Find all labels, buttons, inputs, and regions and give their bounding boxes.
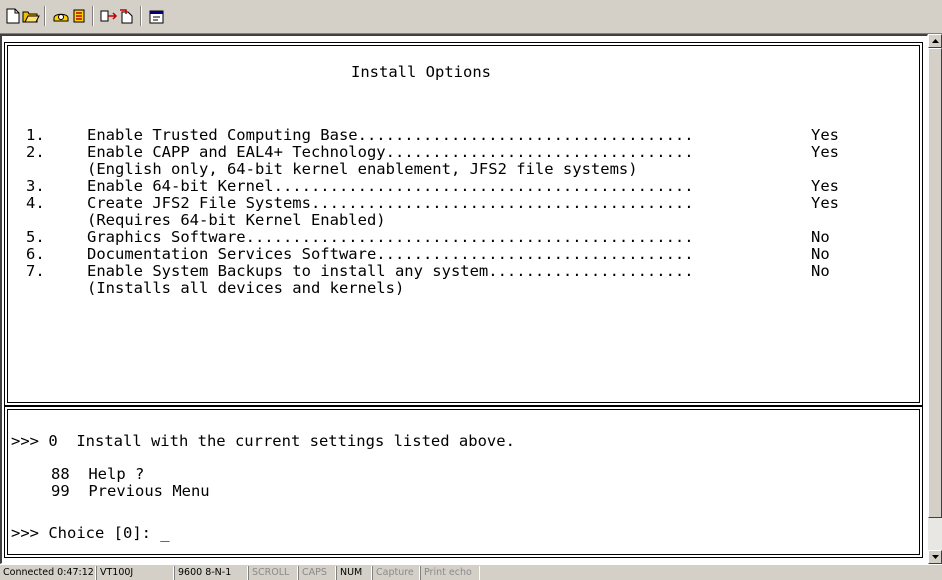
connect-icon[interactable]	[52, 7, 70, 25]
scroll-down-button[interactable]	[928, 550, 942, 564]
toolbar	[0, 0, 942, 34]
option-value: Yes	[811, 126, 839, 144]
option-value: No	[811, 228, 830, 246]
option-number: 3.	[26, 177, 45, 195]
properties-icon[interactable]	[148, 7, 166, 25]
open-icon[interactable]	[22, 7, 40, 25]
receive-icon[interactable]	[118, 7, 136, 25]
page-title: Install Options	[351, 63, 491, 81]
option-label: (English only, 64-bit kernel enablement,…	[87, 160, 638, 178]
option-value: Yes	[811, 177, 839, 195]
option-number: 1.	[26, 126, 45, 144]
option-number: 2.	[26, 143, 45, 161]
option-number: 7.	[26, 262, 45, 280]
terminal-window[interactable]: Install Options 1. Enable Trusted Computi…	[0, 34, 928, 564]
num-indicator: NUM	[336, 566, 372, 580]
option-value: No	[811, 262, 830, 280]
option-label: (Installs all devices and kernels)	[87, 279, 405, 297]
emulation-type: VT100J	[96, 566, 174, 580]
connection-time: Connected 0:47:12	[0, 566, 96, 580]
status-bar: Connected 0:47:12 VT100J 9600 8-N-1 SCRO…	[0, 564, 942, 580]
choice-prompt[interactable]: >>> Choice [0]: _	[11, 525, 170, 542]
send-icon[interactable]	[100, 7, 118, 25]
caps-indicator: CAPS	[298, 566, 336, 580]
scroll-indicator: SCROLL	[248, 566, 298, 580]
option-label: Create JFS2 File Systems................…	[87, 194, 694, 212]
option-label: Graphics Software.......................…	[87, 228, 694, 246]
option-label: Enable 64-bit Kernel....................…	[87, 177, 694, 195]
port-settings: 9600 8-N-1	[174, 566, 248, 580]
option-number: 6.	[26, 245, 45, 263]
print-echo-indicator: Print echo	[420, 566, 480, 580]
option-value: No	[811, 245, 830, 263]
option-number: 5.	[26, 228, 45, 246]
option-label: Enable System Backups to install any sys…	[87, 262, 694, 280]
previous-menu-option[interactable]: 99 Previous Menu	[51, 483, 210, 500]
scroll-up-button[interactable]	[928, 34, 942, 48]
vertical-scrollbar[interactable]	[928, 34, 942, 564]
option-value: Yes	[811, 194, 839, 212]
terminal-screen[interactable]: Install Options 1. Enable Trusted Computi…	[4, 42, 924, 559]
scrollbar-thumb[interactable]	[928, 48, 942, 518]
disconnect-icon[interactable]	[70, 7, 88, 25]
option-label: (Requires 64-bit Kernel Enabled)	[87, 211, 386, 229]
new-icon[interactable]	[4, 7, 22, 25]
capture-indicator: Capture	[372, 566, 420, 580]
option-label: Enable CAPP and EAL4+ Technology........…	[87, 143, 694, 161]
option-label: Enable Trusted Computing Base...........…	[87, 126, 694, 144]
option-label: Documentation Services Software.........…	[87, 245, 694, 263]
install-option[interactable]: >>> 0 Install with the current settings …	[11, 433, 515, 450]
help-option[interactable]: 88 Help ?	[51, 466, 144, 483]
option-number: 4.	[26, 194, 45, 212]
option-value: Yes	[811, 143, 839, 161]
